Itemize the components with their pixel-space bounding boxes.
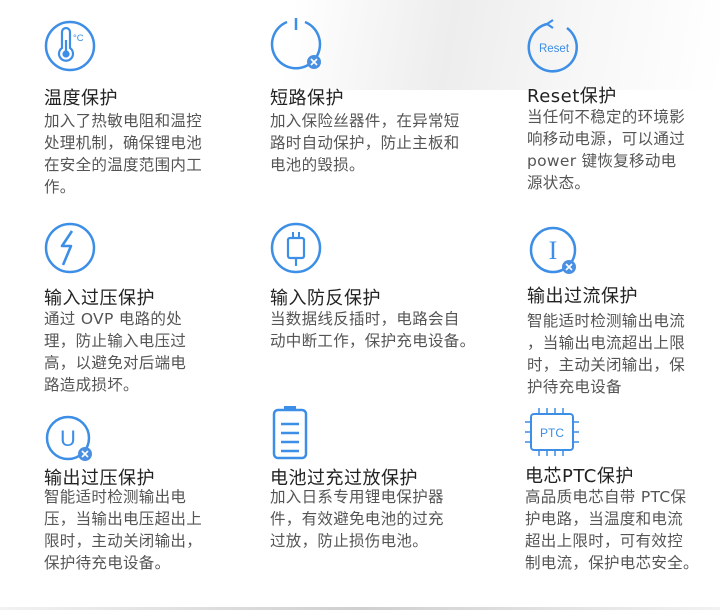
feature-description: 加入了热敏电阻和温控 处理机制，确保锂电池 在安全的温度范围内工 作。 [44, 112, 203, 196]
feature-title: Reset保护 [527, 86, 617, 107]
feature-title: 电芯PTC保护 [525, 466, 634, 487]
current-icon-label: I [549, 236, 558, 265]
voltage-icon: U [45, 415, 92, 461]
feature-description: 当任何不稳定的环境影 响移动电源，可以通过 power 键恢复移动电 源状态。 [527, 108, 686, 192]
reset-icon-label: Reset [539, 43, 570, 55]
chip-icon-label: PTC [540, 426, 564, 440]
voltage-icon-label: U [60, 426, 76, 451]
feature-description: 加入保险丝器件，在异常短 路时自动保护，防止主板和 电池的毁损。 [270, 112, 460, 174]
usb-plug-icon [270, 222, 322, 274]
thermometer-icon-label: °C [73, 33, 84, 44]
feature-description: 智能适时检测输出电 压，当输出电压超出上 限时，主动关闭输出， 保护待充电设备。 [44, 488, 203, 572]
reset-icon: Reset [527, 19, 578, 73]
feature-title: 短路保护 [270, 88, 344, 109]
feature-description: 智能适时检测输出电流 ，当输出电流超出上限 时，主动关闭输出，保 护待充电设备 [527, 312, 686, 396]
lightning-icon [44, 222, 96, 274]
feature-description: 当数据线反插时，电路会自 动中断工作，保护充电设备。 [270, 310, 476, 350]
feature-description: 加入日系专用锂电保护器 件，有效避免电池的过充 过放，防止损伤电池。 [270, 488, 444, 550]
feature-description: 高品质电芯自带 PTC保 护电路，当温度和电流 超出上限时，可有效控 制电流，保… [525, 488, 699, 572]
power-icon [270, 18, 322, 70]
current-icon: I [529, 226, 577, 274]
feature-title: 输出过流保护 [527, 286, 638, 307]
feature-title: 输入过压保护 [44, 288, 155, 309]
battery-icon [272, 406, 308, 460]
chip-icon: PTC [525, 408, 579, 456]
thermometer-icon: °C [44, 20, 96, 72]
feature-title: 输入防反保护 [270, 288, 381, 309]
feature-description: 通过 OVP 电路的处 理，防止输入电压过 高，以避免对后端电 路造成损坏。 [44, 310, 187, 394]
feature-title: 温度保护 [44, 88, 118, 109]
header-gradient [0, 0, 720, 90]
